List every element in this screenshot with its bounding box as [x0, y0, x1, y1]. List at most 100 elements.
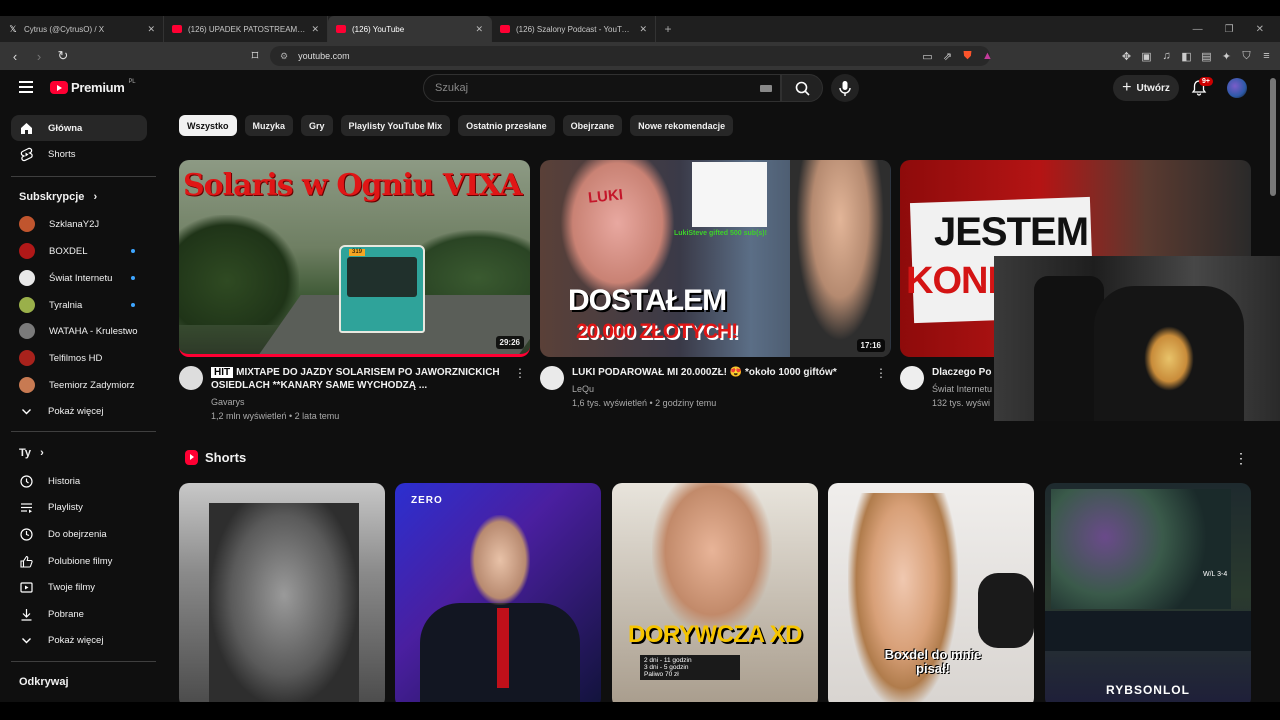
- short-caption: RYBSONLOL: [1106, 683, 1190, 697]
- browser-tab[interactable]: (126) Szalony Podcast - YouTube ✕: [492, 16, 656, 42]
- sidebar-item-subscription[interactable]: Telfilmos HD: [11, 345, 147, 371]
- close-tab-icon[interactable]: ✕: [147, 24, 155, 35]
- video-title[interactable]: HIT MIXTAPE DO JAZDY SOLARISEM PO JAWORZN…: [211, 366, 511, 392]
- search-input[interactable]: Szukaj: [423, 74, 781, 102]
- close-tab-icon[interactable]: ✕: [475, 24, 483, 35]
- create-button[interactable]: + Utwórz: [1113, 75, 1179, 101]
- more-options-icon[interactable]: ⋮: [514, 366, 526, 380]
- maximize-icon[interactable]: ❐: [1225, 24, 1234, 35]
- voice-search-button[interactable]: [831, 74, 859, 102]
- extension-icon[interactable]: ▭: [922, 50, 933, 63]
- sidebar-item-subscription[interactable]: Teemiorz Zadymiorz: [11, 372, 147, 398]
- search-button[interactable]: [781, 74, 823, 102]
- sidebar-item-shorts[interactable]: Shorts: [11, 141, 147, 167]
- puzzle-icon[interactable]: ✥: [1121, 50, 1132, 63]
- channel-name[interactable]: Gavarys: [211, 395, 511, 409]
- short-card[interactable]: DORYWCZA XD 2 dni - 11 godzin 3 dni - 5 …: [612, 483, 818, 702]
- sidebar-icon[interactable]: ◧: [1181, 50, 1192, 63]
- hamburger-menu-icon[interactable]: [19, 81, 33, 93]
- short-card[interactable]: ZERO: [395, 483, 601, 702]
- leo-icon[interactable]: ✦: [1221, 50, 1232, 63]
- masthead: Premium PL Szukaj + Utwórz 9+: [0, 70, 1280, 106]
- menu-icon[interactable]: ≡: [1261, 50, 1272, 62]
- browser-tab-active[interactable]: (126) YouTube ✕: [328, 16, 492, 42]
- video-thumbnail[interactable]: LUKI LukiSteve gifted 500 sub(s)! DOSTAŁ…: [540, 160, 891, 357]
- trees: [179, 215, 299, 325]
- keyboard-icon[interactable]: [760, 85, 772, 92]
- sidebar-divider: [11, 431, 156, 432]
- short-card[interactable]: [179, 483, 385, 702]
- sidebar-item-subscription[interactable]: Świat Internetu: [11, 265, 147, 291]
- shorts-icon: [19, 147, 34, 162]
- close-tab-icon[interactable]: ✕: [639, 24, 647, 35]
- reload-icon[interactable]: ↻: [54, 48, 72, 64]
- person-face: [470, 515, 530, 605]
- browser-tab[interactable]: 𝕏 Cytrus (@CytrusO) / X ✕: [0, 16, 164, 42]
- video-thumbnail[interactable]: Solaris w Ogniu VIXA 319 29:26: [179, 160, 530, 357]
- short-card[interactable]: Boxdel do mnie pisał!: [828, 483, 1034, 702]
- channel-avatar[interactable]: [900, 366, 924, 390]
- sidebar-item-history[interactable]: Historia: [11, 468, 147, 494]
- channel-avatar[interactable]: [540, 366, 564, 390]
- minimize-icon[interactable]: —: [1193, 24, 1203, 35]
- chip-watched[interactable]: Obejrzane: [562, 115, 623, 136]
- scoreboard: [1045, 611, 1251, 651]
- close-tab-icon[interactable]: ✕: [311, 24, 319, 35]
- short-card[interactable]: W/L 3-4 RYBSONLOL: [1045, 483, 1251, 702]
- forward-icon[interactable]: ›: [30, 49, 48, 64]
- extension-icon[interactable]: ▣: [1141, 50, 1152, 63]
- sidebar-item-downloads[interactable]: Pobrane: [11, 601, 147, 627]
- more-options-icon[interactable]: ⋮: [875, 366, 887, 380]
- hit-badge: HIT: [211, 367, 234, 378]
- page-scrollbar[interactable]: [1270, 78, 1276, 196]
- sidebar-item-subscription[interactable]: SzklanaY2J: [11, 211, 147, 237]
- chip-new-recommendations[interactable]: Nowe rekomendacje: [630, 115, 734, 136]
- brave-shield-icon[interactable]: ⛊: [962, 50, 973, 63]
- share-icon[interactable]: ⇗: [942, 50, 953, 63]
- chip-mix[interactable]: Playlisty YouTube Mix: [340, 115, 451, 136]
- sidebar-item-liked[interactable]: Polubione filmy: [11, 548, 147, 574]
- sidebar-item-show-more[interactable]: Pokaż więcej: [11, 398, 147, 424]
- channel-avatar[interactable]: [179, 366, 203, 390]
- new-tab-button[interactable]: +: [656, 22, 680, 36]
- sidebar-item-watch-later[interactable]: Do obejrzenia: [11, 521, 147, 547]
- channel-name[interactable]: LeQu: [572, 382, 872, 396]
- sidebar-item-subscription[interactable]: BOXDEL: [11, 238, 147, 264]
- back-icon[interactable]: ‹: [6, 49, 24, 64]
- microphone-icon: [839, 81, 851, 96]
- sidebar-item-subscription[interactable]: WATAHA - Krulestwo: [11, 318, 147, 344]
- chip-music[interactable]: Muzyka: [244, 115, 294, 136]
- chip-all[interactable]: Wszystko: [179, 115, 237, 136]
- sidebar-item-show-more[interactable]: Pokaż więcej: [11, 627, 147, 653]
- site-info-icon[interactable]: ⚙: [280, 51, 288, 62]
- browser-tab[interactable]: (126) UPADEK PATOSTREAMERA Któr ✕: [164, 16, 328, 42]
- chip-games[interactable]: Gry: [301, 115, 333, 136]
- sidebar-item-subscription[interactable]: Tyralnia: [11, 292, 147, 318]
- screen-bottom-bar: [0, 702, 1280, 720]
- address-bar[interactable]: ⚙ youtube.com: [270, 46, 990, 66]
- sidebar-item-your-videos[interactable]: Twoje filmy: [11, 574, 147, 600]
- close-window-icon[interactable]: ✕: [1256, 24, 1264, 35]
- wallet-icon[interactable]: ▤: [1201, 50, 1212, 63]
- sidebar-item-playlists[interactable]: Playlisty: [11, 494, 147, 520]
- video-card[interactable]: LUKI LukiSteve gifted 500 sub(s)! DOSTAŁ…: [540, 160, 891, 410]
- brave-rewards-icon[interactable]: ▲: [982, 50, 993, 62]
- music-icon[interactable]: ♫: [1161, 50, 1172, 62]
- your-videos-icon: [19, 580, 34, 595]
- more-options-icon[interactable]: ⋮: [1234, 450, 1248, 467]
- youtube-premium-logo[interactable]: Premium PL: [50, 79, 136, 95]
- history-icon: [19, 474, 34, 489]
- video-title[interactable]: LUKI PODAROWAŁ MI 20.000ZŁ! 😍 *około 100…: [572, 366, 872, 379]
- watch-later-icon: [19, 527, 34, 542]
- thumbnail-title: JESTEM: [934, 210, 1089, 254]
- vpn-icon[interactable]: ⛉: [1241, 50, 1252, 63]
- subscriptions-heading[interactable]: Subskrypcje ›: [19, 191, 97, 203]
- bookmark-icon[interactable]: ⌑: [246, 48, 264, 64]
- game-hud-text: W/L 3-4: [1203, 571, 1228, 578]
- channel-avatar: [19, 377, 35, 393]
- video-card[interactable]: Solaris w Ogniu VIXA 319 29:26 HIT MIXTAP…: [179, 160, 530, 423]
- chip-recently-uploaded[interactable]: Ostatnio przesłane: [458, 115, 555, 136]
- account-avatar[interactable]: [1227, 78, 1247, 98]
- sidebar-item-home[interactable]: Główna: [11, 115, 147, 141]
- you-heading[interactable]: Ty ›: [19, 447, 44, 459]
